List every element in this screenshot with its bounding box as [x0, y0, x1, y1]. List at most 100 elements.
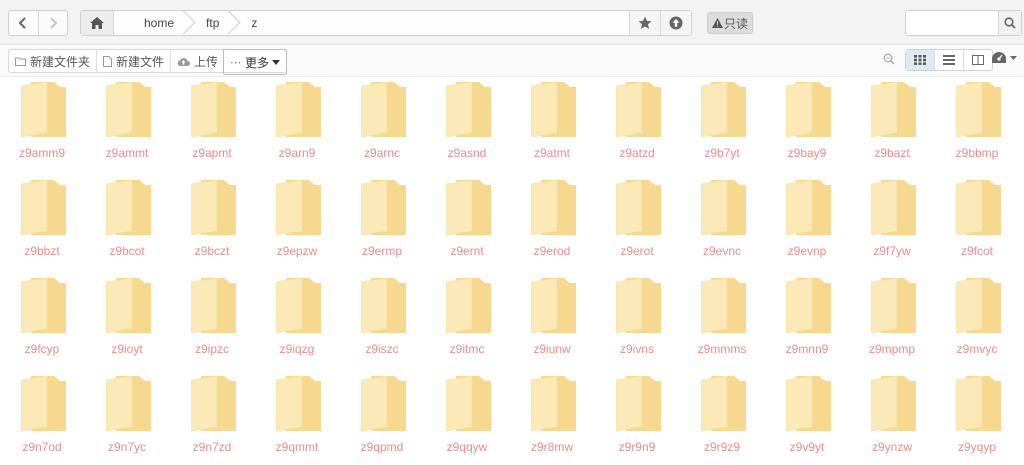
upload-button[interactable]: 上传	[170, 50, 224, 72]
folder-name: z9mmms	[697, 342, 747, 356]
folder-item[interactable]: z9atmt	[512, 80, 592, 170]
folder-item[interactable]: z9iqzg	[257, 276, 337, 366]
folder-icon	[871, 82, 916, 137]
folder-item[interactable]: z9mnn9	[767, 276, 847, 366]
folder-icon	[701, 278, 746, 333]
folder-item[interactable]: z9bbmp	[937, 80, 1017, 170]
folder-item[interactable]: z9r9z9	[682, 374, 762, 464]
folder-item[interactable]: z9fcot	[937, 178, 1017, 268]
folder-item[interactable]: z9ipzc	[172, 276, 252, 366]
grid-view-button[interactable]	[906, 50, 934, 70]
list-view-icon	[943, 55, 955, 65]
list-view-button[interactable]	[934, 50, 963, 70]
caret-down-icon	[1010, 55, 1017, 60]
folder-item[interactable]: z9iunw	[512, 276, 592, 366]
breadcrumb: home ftp z	[80, 10, 692, 36]
folder-item[interactable]: z9asnd	[427, 80, 507, 170]
folder-item[interactable]: z9evnp	[767, 178, 847, 268]
folder-icon	[446, 180, 491, 235]
folder-item[interactable]: z9fcyp	[2, 276, 82, 366]
folder-item[interactable]: z9n7zd	[172, 374, 252, 464]
folder-item[interactable]: z9r8mw	[512, 374, 592, 464]
back-button[interactable]	[9, 11, 38, 35]
folder-item[interactable]: z9ynzw	[852, 374, 932, 464]
folder-item[interactable]: z9bcot	[87, 178, 167, 268]
search-input[interactable]	[906, 11, 998, 35]
folder-item[interactable]: z9atzd	[597, 80, 677, 170]
folder-item[interactable]: z9bbzt	[2, 178, 82, 268]
folder-icon	[276, 376, 321, 431]
folder-item[interactable]: z9ernt	[427, 178, 507, 268]
folder-item[interactable]: z9f7yw	[852, 178, 932, 268]
folder-item[interactable]: z9ivns	[597, 276, 677, 366]
search-box	[905, 10, 1022, 36]
folder-item[interactable]: z9qqyw	[427, 374, 507, 464]
folder-item[interactable]: z9r9n9	[597, 374, 677, 464]
zoom-button[interactable]	[883, 53, 895, 65]
settings-dropdown[interactable]	[992, 52, 1017, 63]
column-view-button[interactable]	[963, 50, 992, 70]
folder-item[interactable]: z9qmmt	[257, 374, 337, 464]
folder-item[interactable]: z9itmc	[427, 276, 507, 366]
folder-item[interactable]: z9b7yt	[682, 80, 762, 170]
folder-item[interactable]: z9v9yt	[767, 374, 847, 464]
folder-item[interactable]: z9amm9	[2, 80, 82, 170]
folder-item[interactable]: z9mvyc	[937, 276, 1017, 366]
new-folder-label: 新建文件夹	[30, 54, 91, 69]
bookmark-button[interactable]	[629, 11, 660, 35]
breadcrumb-item-z[interactable]: z	[233, 11, 271, 35]
parent-folder-button[interactable]	[660, 11, 691, 35]
folder-name: z9n7yc	[107, 440, 147, 454]
folder-item[interactable]: z9n7od	[2, 374, 82, 464]
folder-item[interactable]: z9ermp	[342, 178, 422, 268]
home-button[interactable]	[81, 11, 114, 35]
folder-item[interactable]: z9bczt	[172, 178, 252, 268]
address-toolbar: home ftp z 只读	[0, 0, 1024, 45]
folder-item[interactable]: z9arn9	[257, 80, 337, 170]
folder-icon	[786, 376, 831, 431]
new-folder-button[interactable]: 新建文件夹	[9, 50, 96, 72]
folder-name: z9r9z9	[703, 440, 741, 454]
folder-name: z9evnc	[702, 244, 742, 258]
folder-item[interactable]: z9mmms	[682, 276, 762, 366]
folder-item[interactable]: z9epzw	[257, 178, 337, 268]
folder-icon	[191, 82, 236, 137]
grid-view-icon	[914, 55, 926, 65]
caret-down-icon	[272, 59, 281, 65]
folder-icon	[21, 82, 66, 137]
new-file-button[interactable]: 新建文件	[96, 50, 170, 72]
folder-item[interactable]: z9bay9	[767, 80, 847, 170]
folder-name: z9bczt	[194, 244, 230, 258]
forward-button[interactable]	[37, 11, 68, 35]
folder-name: z9arnc	[363, 146, 401, 160]
folder-item[interactable]: z9iszc	[342, 276, 422, 366]
folder-item[interactable]: z9ammt	[87, 80, 167, 170]
folder-item[interactable]: z9erot	[597, 178, 677, 268]
folder-name: z9v9yt	[789, 440, 825, 454]
folder-name: z9erot	[620, 244, 654, 258]
folder-item[interactable]: z9ioyt	[87, 276, 167, 366]
folder-item[interactable]: z9yqyp	[937, 374, 1017, 464]
folder-item[interactable]: z9mpmp	[852, 276, 932, 366]
folder-name: z9ammt	[105, 146, 149, 160]
more-button[interactable]: ⋯ 更多	[223, 49, 288, 75]
folder-item[interactable]: z9qpmd	[342, 374, 422, 464]
folder-item[interactable]: z9erod	[512, 178, 592, 268]
folder-item[interactable]: z9n7yc	[87, 374, 167, 464]
folder-item[interactable]: z9apmt	[172, 80, 252, 170]
folder-icon	[616, 180, 661, 235]
folder-item[interactable]: z9bazt	[852, 80, 932, 170]
folder-name: z9asnd	[447, 146, 487, 160]
folder-icon	[531, 278, 576, 333]
arrow-up-circle-icon	[669, 16, 683, 30]
folder-icon	[106, 278, 151, 333]
folder-name: z9ynzw	[871, 440, 912, 454]
breadcrumb-item-ftp[interactable]: ftp	[188, 11, 233, 35]
breadcrumb-item-home[interactable]: home	[114, 11, 188, 35]
folder-item[interactable]: z9arnc	[342, 80, 422, 170]
folder-icon	[106, 376, 151, 431]
folder-icon	[701, 180, 746, 235]
folder-item[interactable]: z9evnc	[682, 178, 762, 268]
search-button[interactable]	[998, 11, 1021, 35]
folder-name: z9r9n9	[618, 440, 656, 454]
